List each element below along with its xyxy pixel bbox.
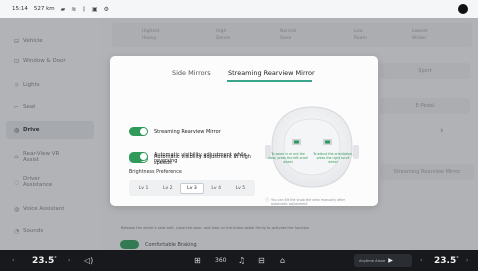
brightness-level-4[interactable]: Lv 4 (205, 183, 228, 194)
modal-lower-real-visible: Automatic visibility adjustment while re… (110, 56, 378, 206)
right-temp-down-icon[interactable]: ‹ (420, 250, 422, 271)
knob-tilt-hint-text: You can tilt the knob the view manually … (271, 198, 345, 206)
left-wheel-hint: To zoom in or out the view, press the le… (268, 152, 308, 164)
background-next-arrow[interactable]: › (440, 126, 444, 136)
brightness-level-3[interactable]: Lv 3 (180, 182, 204, 194)
car-dock-icon[interactable]: ⊟ (258, 250, 265, 271)
media-mini-player[interactable]: Anytime Alone ▶ (354, 254, 412, 267)
range-readout: 527 km (33, 6, 55, 12)
info-icon: ⓘ (265, 197, 269, 202)
left-temp-down-icon[interactable]: ‹ (12, 250, 14, 271)
brightness-level-5[interactable]: Lv 5 (229, 183, 252, 194)
play-icon[interactable]: ▶ (388, 257, 393, 264)
bottom-dock: ‹ 23.5 ° › ◁) ⊞ 360 ♫ ⊟ ⌂ Anytime Alone ▶… (0, 250, 478, 271)
360-camera-icon[interactable]: 360 (215, 250, 226, 271)
music-icon[interactable]: ♫ (238, 250, 245, 271)
media-title: Anytime Alone (359, 258, 386, 263)
avatar[interactable] (458, 4, 468, 14)
wifi-icon: ≋ (71, 5, 77, 13)
camera-status-icon: ▣ (91, 5, 98, 13)
grid-apps-icon[interactable]: ⊞ (194, 250, 201, 271)
brightness-preference-title: Brightness Preference (129, 170, 182, 175)
steering-wheel-illustration (265, 106, 359, 188)
left-temp-value: 23.5 (32, 255, 55, 266)
right-temperature[interactable]: 23.5 ° (434, 250, 459, 271)
home-icon[interactable]: ⌂ (280, 250, 285, 271)
right-temp-up-icon[interactable]: › (466, 250, 468, 271)
brightness-level-selector: Lv 1 Lv 2 Lv 3 Lv 4 Lv 5 (129, 180, 255, 196)
reversing-visibility-toggle[interactable] (129, 152, 148, 161)
left-temperature[interactable]: 23.5 ° (32, 250, 57, 271)
car-status-icon: ▰ (60, 5, 66, 13)
brightness-level-1[interactable]: Lv 1 (132, 183, 155, 194)
right-temp-value: 23.5 (434, 255, 457, 266)
bluetooth-icon: ᛒ (82, 5, 86, 13)
left-temp-up-icon[interactable]: › (68, 250, 70, 271)
status-bar: 15:14 527 km ▰ ≋ ᛒ ▣ ⚙ (0, 0, 478, 18)
option-reversing-visibility: Automatic visibility adjustment while re… (129, 152, 254, 164)
brightness-level-2[interactable]: Lv 2 (156, 183, 179, 194)
right-wheel-hint: To adjust the orientation, press the rig… (313, 152, 353, 164)
volume-icon[interactable]: ◁) (84, 250, 93, 271)
clock: 15:14 (12, 6, 28, 12)
knob-tilt-hint: ⓘ You can tilt the knob the view manuall… (265, 197, 355, 207)
option-label: Automatic visibility adjustment while re… (154, 152, 247, 164)
settings-status-icon: ⚙ (103, 5, 109, 13)
